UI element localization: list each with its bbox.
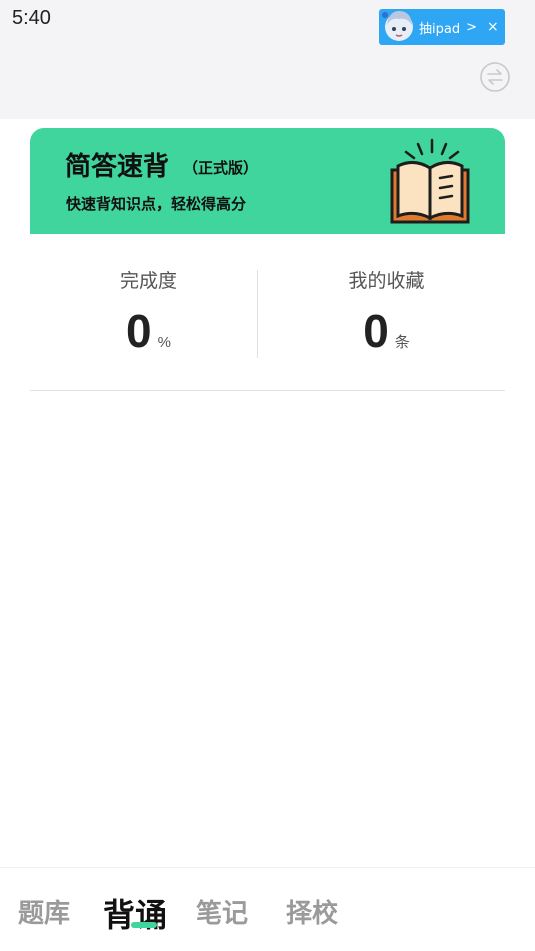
favorites-label: 我的收藏 xyxy=(348,270,425,292)
top-bar: 5:40 抽ipad > × xyxy=(0,0,535,119)
banner-title: 简答速背 xyxy=(65,152,170,182)
mascot-avatar-icon xyxy=(382,11,413,41)
close-icon[interactable]: × xyxy=(487,19,499,35)
banner-badge: （正式版） xyxy=(183,159,259,177)
nav-item-notes[interactable]: 笔记 xyxy=(196,893,248,930)
chevron-right-icon: > xyxy=(466,19,477,35)
open-book-icon xyxy=(390,138,470,224)
recite-banner[interactable]: 简答速背 （正式版） 快速背知识点，轻松得高分 xyxy=(30,128,505,234)
bottom-nav: 题库 背诵 笔记 择校 xyxy=(0,868,535,951)
completion-value: 0% xyxy=(30,304,267,358)
completion-unit: % xyxy=(157,334,171,351)
favorites-stat[interactable]: 我的收藏 0条 xyxy=(268,234,505,390)
banner-subtitle: 快速背知识点，轻松得高分 xyxy=(66,195,247,213)
active-tab-indicator xyxy=(131,922,157,928)
favorites-number: 0 xyxy=(363,305,389,357)
completion-stat[interactable]: 完成度 0% xyxy=(30,234,267,390)
promo-label: 抽ipad xyxy=(419,21,461,37)
completion-label: 完成度 xyxy=(119,270,177,292)
nav-item-recite[interactable]: 背诵 xyxy=(103,890,167,936)
stats-panel: 完成度 0% 我的收藏 0条 xyxy=(30,234,505,391)
nav-item-question-bank[interactable]: 题库 xyxy=(18,893,70,930)
promo-banner[interactable]: 抽ipad > × xyxy=(379,9,505,45)
favorites-unit: 条 xyxy=(394,334,410,351)
status-time: 5:40 xyxy=(12,7,51,29)
completion-number: 0 xyxy=(126,305,152,357)
favorites-value: 0条 xyxy=(268,304,505,358)
nav-item-school-choice[interactable]: 择校 xyxy=(286,893,338,930)
switch-icon[interactable] xyxy=(479,61,511,93)
stats-divider xyxy=(257,270,258,358)
